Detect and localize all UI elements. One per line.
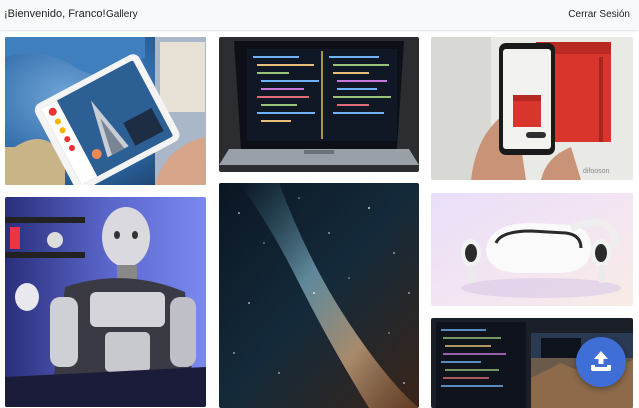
upload-icon xyxy=(591,351,611,371)
nav-gallery-link[interactable]: Gallery xyxy=(106,9,138,20)
gallery-image-milky-way[interactable] xyxy=(219,183,419,408)
logout-link[interactable]: Cerrar Sesión xyxy=(568,9,630,20)
gallery-image-robot[interactable] xyxy=(5,197,206,407)
gallery-image-ar-tablet[interactable] xyxy=(5,37,206,185)
navbar: ¡Bienvenido, Franco! Gallery Cerrar Sesi… xyxy=(0,0,639,30)
gallery-image-laptop-code[interactable] xyxy=(219,37,419,172)
upload-button[interactable] xyxy=(576,337,626,387)
watermark-text: difooson xyxy=(583,168,610,175)
welcome-title[interactable]: ¡Bienvenido, Franco! xyxy=(4,8,106,20)
gallery-image-vr-headset[interactable] xyxy=(431,193,633,306)
gallery-image-ar-phone[interactable]: difooson xyxy=(431,37,633,180)
